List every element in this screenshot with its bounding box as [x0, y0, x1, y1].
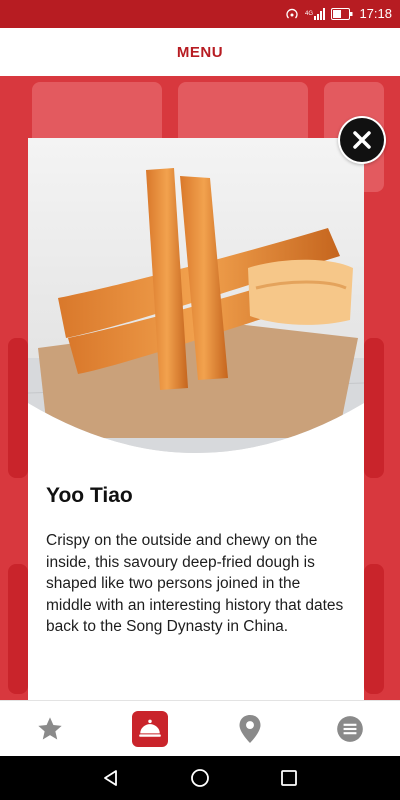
signal-icon: 4G [305, 7, 326, 20]
nav-menu[interactable] [132, 711, 168, 747]
menu-item-card [8, 338, 28, 478]
app-header: MENU [0, 28, 400, 76]
nav-more[interactable] [332, 711, 368, 747]
cloche-icon [139, 719, 161, 737]
nav-favourites[interactable] [32, 711, 68, 747]
recents-button[interactable] [278, 767, 300, 789]
hotspot-icon [286, 8, 299, 18]
home-button[interactable] [189, 767, 211, 789]
menu-item-card [364, 564, 384, 694]
star-icon [38, 717, 62, 740]
bottom-navigation [0, 700, 400, 756]
menu-item-card [364, 338, 384, 478]
network-type: 4G [305, 11, 313, 17]
item-description: Crispy on the outside and chewy on the i… [46, 532, 344, 635]
nav-locations[interactable] [232, 711, 268, 747]
status-bar: 4G 17:18 [0, 0, 400, 28]
home-circle-icon [191, 769, 209, 787]
back-button[interactable] [100, 767, 122, 789]
item-detail-modal: Yoo Tiao Crispy on the outside and chewy… [28, 138, 364, 700]
battery-icon [331, 7, 353, 20]
page-title: MENU [176, 43, 224, 61]
hamburger-menu-icon [337, 716, 363, 742]
menu-item-card [8, 564, 28, 694]
location-pin-icon [239, 715, 261, 743]
recents-square-icon [281, 770, 297, 786]
system-navigation-bar [0, 756, 400, 800]
status-icons: 4G 17:18 [285, 6, 392, 21]
close-icon [340, 118, 384, 162]
close-button[interactable] [338, 116, 386, 164]
food-image [28, 138, 364, 468]
back-triangle-icon [104, 770, 117, 786]
item-title: Yoo Tiao [46, 484, 133, 507]
status-time: 17:18 [359, 6, 392, 21]
